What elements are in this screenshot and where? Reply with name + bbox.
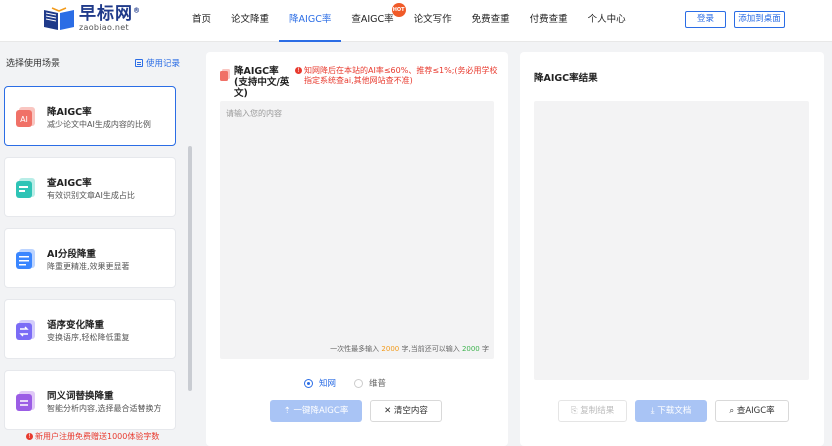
- nav-reduce-aigc[interactable]: 降AIGC率: [279, 0, 342, 42]
- search-icon: ⌕: [729, 406, 735, 416]
- scene-desc: 减少论文中AI生成内容的比例: [47, 120, 151, 129]
- sidebar-title: 选择使用场景: [6, 59, 61, 69]
- reduce-ai-icon: AI: [16, 107, 35, 127]
- check-aigc-button[interactable]: ⌕ 查AIGC率: [715, 400, 789, 422]
- scene-title: AI分段降重: [47, 249, 96, 260]
- result-panel: 降AIGC率结果 ⎘ 复制结果 ⤓ 下载文档 ⌕ 查AIGC率: [520, 52, 824, 446]
- download-icon: ⤓: [650, 406, 655, 416]
- char-count-mid: 字,当前还可以输入: [401, 345, 460, 353]
- result-area: [534, 101, 809, 380]
- nav-label: 免费查重: [471, 14, 510, 25]
- alert-icon: !: [26, 433, 33, 440]
- open-book-icon: [44, 7, 74, 30]
- nav-label: 论文写作: [413, 14, 452, 25]
- radio-vip[interactable]: 维普: [354, 377, 386, 389]
- logo-domain: zaobiao.net: [79, 23, 129, 32]
- copy-icon: ⎘: [570, 406, 578, 416]
- radio-cnki[interactable]: 知网: [304, 377, 336, 389]
- copy-result-label: 复制结果: [580, 406, 615, 416]
- synonym-icon: [16, 391, 35, 411]
- usage-record-label: 使用记录: [145, 58, 180, 69]
- scene-title: 降AIGC率: [47, 107, 92, 118]
- nav-user-center[interactable]: 个人中心: [578, 0, 636, 42]
- warning-text: 知网降后在本站的AI率≤60%、推荐≤1%;(务必用学校指定系统查ai,其他网站…: [304, 66, 498, 85]
- radio-label: 知网: [319, 379, 337, 389]
- input-panel-title: 降AIGC率(支持中文/英文): [234, 66, 290, 99]
- nav-paper-writing[interactable]: 论文写作: [404, 0, 462, 42]
- char-count: 一次性最多输入 2000 字,当前还可以输入 2000 字: [330, 344, 489, 354]
- svg-text:AI: AI: [20, 115, 28, 124]
- char-count-max: 2000: [381, 345, 400, 353]
- magic-icon: ⇡: [283, 406, 291, 416]
- char-count-remaining: 2000: [461, 345, 480, 353]
- check-ai-icon: [16, 178, 35, 198]
- char-count-prefix: 一次性最多输入: [330, 345, 380, 353]
- content-textarea[interactable]: 请输入您的内容 一次性最多输入 2000 字,当前还可以输入 2000 字: [220, 101, 494, 359]
- login-button[interactable]: 登录: [685, 11, 726, 28]
- scene-title: 同义词替换降重: [47, 391, 114, 402]
- scene-desc: 变换语序,轻松降低重复: [47, 333, 130, 342]
- scene-desc: 智能分析内容,选择最合适替换方: [47, 404, 162, 413]
- usage-record-link[interactable]: 使用记录: [134, 57, 180, 69]
- nav-label: 付费查重: [529, 14, 568, 25]
- top-header: 早标网® zaobiao.net 首页 论文降重 降AIGC率 查AIGC率 HO…: [0, 0, 832, 42]
- reduce-aigc-label: 一键降AIGC率: [293, 406, 349, 416]
- reorder-icon: [16, 320, 35, 340]
- radio-unchecked-icon: [354, 378, 364, 388]
- textarea-placeholder: 请输入您的内容: [226, 109, 282, 118]
- scene-card-synonym[interactable]: 同义词替换降重 智能分析内容,选择最合适替换方: [4, 370, 176, 430]
- logo-name: 早标网: [79, 4, 133, 24]
- check-aigc-label: 查AIGC率: [736, 406, 775, 416]
- download-label: 下载文档: [657, 406, 692, 416]
- scene-card-ai-segment[interactable]: AI分段降重 降重更精准,效果更显著: [4, 228, 176, 288]
- close-icon: ✕: [384, 406, 392, 416]
- download-document-button[interactable]: ⤓ 下载文档: [635, 400, 707, 422]
- scene-desc: 降重更精准,效果更显著: [47, 262, 130, 271]
- record-icon: [134, 58, 143, 67]
- site-logo[interactable]: 早标网® zaobiao.net: [42, 6, 141, 32]
- system-selector: 知网 维普: [304, 377, 404, 389]
- scene-desc: 有效识别文章AI生成占比: [47, 191, 135, 200]
- sidebar-scrollbar[interactable]: [188, 146, 192, 391]
- reduce-aigc-button[interactable]: ⇡ 一键降AIGC率: [270, 400, 362, 422]
- segment-icon: [16, 249, 35, 269]
- promo-text: 新用户注册免费赠送1000体验字数: [35, 432, 160, 441]
- scene-list: AI 降AIGC率 减少论文中AI生成内容的比例 查AIGC率 有效识别文章AI…: [4, 86, 176, 436]
- radio-checked-icon: [304, 378, 313, 388]
- warning-icon: !: [295, 67, 302, 74]
- nav-paid-check[interactable]: 付费查重: [520, 0, 578, 42]
- main-nav: 首页 论文降重 降AIGC率 查AIGC率 HOT 论文写作 免费查重 付费查重 …: [182, 0, 636, 42]
- input-panel: 降AIGC率(支持中文/英文) ! 知网降后在本站的AI率≤60%、推荐≤1%;…: [206, 52, 508, 446]
- radio-label: 维普: [369, 379, 387, 389]
- warning-notice: ! 知网降后在本站的AI率≤60%、推荐≤1%;(务必用学校指定系统查ai,其他…: [295, 66, 504, 99]
- nav-label: 论文降重: [231, 14, 270, 25]
- result-title: 降AIGC率结果: [534, 73, 598, 84]
- nav-label: 个人中心: [587, 14, 626, 25]
- scene-title: 语序变化降重: [47, 320, 105, 331]
- logo-registered-mark: ®: [133, 6, 141, 15]
- scene-title: 查AIGC率: [47, 178, 92, 189]
- nav-label: 首页: [192, 14, 212, 25]
- nav-home[interactable]: 首页: [182, 0, 221, 42]
- nav-paper-reduce[interactable]: 论文降重: [221, 0, 279, 42]
- nav-check-aigc[interactable]: 查AIGC率 HOT: [341, 0, 406, 42]
- scene-sidebar: 选择使用场景 使用记录 AI 降AIGC率 减少论文中AI生成内容的比例 查AI…: [0, 50, 196, 446]
- nav-label: 查AIGC率: [351, 14, 394, 25]
- scene-card-check-aigc[interactable]: 查AIGC率 有效识别文章AI生成占比: [4, 157, 176, 217]
- clear-content-button[interactable]: ✕ 清空内容: [370, 400, 442, 422]
- document-icon: [220, 69, 230, 81]
- nav-label: 降AIGC率: [289, 14, 332, 25]
- add-to-desktop-button[interactable]: 添加到桌面: [734, 11, 785, 28]
- copy-result-button[interactable]: ⎘ 复制结果: [558, 400, 627, 422]
- scene-card-reduce-aigc[interactable]: AI 降AIGC率 减少论文中AI生成内容的比例: [4, 86, 176, 146]
- char-count-suffix: 字: [482, 345, 489, 353]
- clear-content-label: 清空内容: [393, 406, 428, 416]
- new-user-promo[interactable]: ! 新用户注册免费赠送1000体验字数: [26, 431, 159, 442]
- scene-card-reorder[interactable]: 语序变化降重 变换语序,轻松降低重复: [4, 299, 176, 359]
- nav-free-check[interactable]: 免费查重: [462, 0, 520, 42]
